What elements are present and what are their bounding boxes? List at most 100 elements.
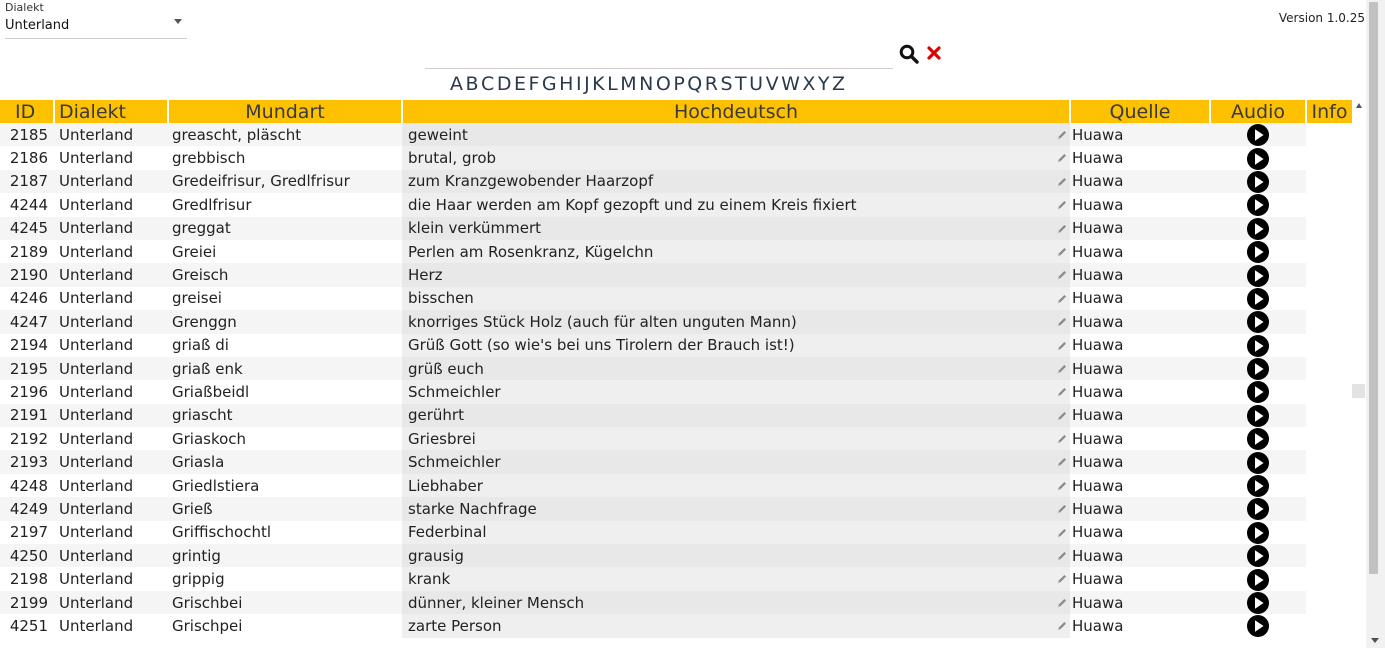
table-scroll-up-icon[interactable] <box>1356 103 1362 108</box>
pencil-icon[interactable] <box>1056 129 1068 141</box>
play-icon[interactable] <box>1247 217 1269 240</box>
column-header-audio[interactable]: Audio <box>1209 100 1306 123</box>
table-row[interactable]: 4245 Unterland greggat klein verkümmert Huaw… <box>0 216 1352 240</box>
letter-t[interactable]: T <box>735 73 747 95</box>
cell-info[interactable] <box>1306 334 1352 357</box>
letter-l[interactable]: L <box>607 73 618 95</box>
cell-info[interactable] <box>1306 544 1352 567</box>
cell-audio[interactable] <box>1210 263 1306 287</box>
pencil-icon[interactable] <box>1056 620 1068 632</box>
column-header-info[interactable]: Info <box>1305 100 1352 123</box>
pencil-icon[interactable] <box>1056 316 1068 328</box>
cell-info[interactable] <box>1306 591 1352 614</box>
cell-info[interactable] <box>1306 450 1352 473</box>
table-row[interactable]: 2186 Unterland grebbisch brutal, grob Huawa <box>0 146 1352 170</box>
table-row[interactable]: 2198 Unterland grippig krank Huawa <box>0 567 1352 591</box>
cell-audio[interactable] <box>1210 567 1306 591</box>
letter-o[interactable]: O <box>656 73 671 95</box>
table-row[interactable]: 2190 Unterland Greisch Herz Huawa <box>0 263 1352 287</box>
table-row[interactable]: 4250 Unterland grintig grausig Huawa <box>0 544 1352 568</box>
pencil-icon[interactable] <box>1056 503 1068 515</box>
letter-z[interactable]: Z <box>832 73 845 95</box>
cell-audio[interactable] <box>1210 146 1306 170</box>
column-header-id[interactable]: ID <box>0 100 54 123</box>
letter-q[interactable]: Q <box>687 73 702 95</box>
play-icon[interactable] <box>1247 241 1269 264</box>
cell-audio[interactable] <box>1210 216 1306 240</box>
cell-audio[interactable] <box>1210 123 1306 147</box>
pencil-icon[interactable] <box>1056 152 1068 164</box>
table-scroll-thumb[interactable] <box>1352 384 1365 398</box>
letter-d[interactable]: D <box>497 73 512 95</box>
letter-m[interactable]: M <box>620 73 636 95</box>
dialect-select[interactable]: Dialekt Unterland <box>5 0 187 39</box>
pencil-icon[interactable] <box>1056 527 1068 539</box>
play-icon[interactable] <box>1247 311 1269 334</box>
cell-info[interactable] <box>1306 146 1352 169</box>
table-row[interactable]: 2193 Unterland Griasla Schmeichler Huawa <box>0 450 1352 474</box>
play-icon[interactable] <box>1247 428 1269 451</box>
pencil-icon[interactable] <box>1056 597 1068 609</box>
cell-audio[interactable] <box>1210 544 1306 568</box>
table-row[interactable]: 4246 Unterland greisei bisschen Huawa <box>0 286 1352 311</box>
letter-e[interactable]: E <box>514 73 526 95</box>
column-header-mundart[interactable]: Mundart <box>167 100 402 123</box>
column-header-dialekt[interactable]: Dialekt <box>53 100 168 123</box>
play-icon[interactable] <box>1247 498 1269 521</box>
pencil-icon[interactable] <box>1056 269 1068 281</box>
table-row[interactable]: 2196 Unterland Griaßbeidl Schmeichler Huawa <box>0 380 1352 404</box>
search-input[interactable] <box>425 68 893 69</box>
cell-info[interactable] <box>1306 427 1352 450</box>
table-row[interactable]: 2195 Unterland griaß enk grüß euch Huawa <box>0 356 1352 381</box>
cell-info[interactable] <box>1306 567 1352 590</box>
cell-info[interactable] <box>1306 240 1352 263</box>
table-row[interactable]: 2199 Unterland Grischbei dünner, kleiner Me… <box>0 590 1352 615</box>
cell-info[interactable] <box>1306 193 1352 216</box>
play-icon[interactable] <box>1247 287 1269 310</box>
cell-audio[interactable] <box>1210 520 1306 545</box>
table-row[interactable]: 2191 Unterland griascht gerührt Huawa <box>0 403 1352 428</box>
cell-audio[interactable] <box>1210 380 1306 404</box>
cell-info[interactable] <box>1306 287 1352 310</box>
cell-audio[interactable] <box>1210 473 1306 498</box>
cell-audio[interactable] <box>1210 403 1306 428</box>
cell-audio[interactable] <box>1210 239 1306 264</box>
pencil-icon[interactable] <box>1056 363 1068 375</box>
pencil-icon[interactable] <box>1056 340 1068 352</box>
cell-audio[interactable] <box>1210 310 1306 334</box>
play-icon[interactable] <box>1247 404 1269 427</box>
pencil-icon[interactable] <box>1056 410 1068 422</box>
cell-audio[interactable] <box>1210 286 1306 311</box>
play-icon[interactable] <box>1247 358 1269 381</box>
letter-x[interactable]: X <box>802 73 815 95</box>
table-row[interactable]: 2192 Unterland Griaskoch Griesbrei Huawa <box>0 427 1352 451</box>
cell-audio[interactable] <box>1210 590 1306 615</box>
letter-h[interactable]: H <box>559 73 573 95</box>
letter-s[interactable]: S <box>720 73 732 95</box>
cell-info[interactable] <box>1306 497 1352 520</box>
letter-u[interactable]: U <box>749 73 763 95</box>
cell-audio[interactable] <box>1210 450 1306 474</box>
play-icon[interactable] <box>1247 147 1269 170</box>
scroll-down-icon[interactable] <box>1371 638 1379 643</box>
page-scrollbar[interactable] <box>1366 0 1385 648</box>
dialect-select-value[interactable]: Unterland <box>5 18 69 33</box>
cell-info[interactable] <box>1306 521 1352 544</box>
table-row[interactable]: 4249 Unterland Grieß starke Nachfrage Huawa <box>0 497 1352 521</box>
table-row[interactable]: 2194 Unterland griaß di Grüß Gott (so wie's… <box>0 333 1352 357</box>
letter-a[interactable]: A <box>450 73 463 95</box>
letter-w[interactable]: W <box>781 73 800 95</box>
letter-r[interactable]: R <box>705 73 718 95</box>
cell-info[interactable] <box>1306 380 1352 403</box>
letter-j[interactable]: J <box>584 73 590 95</box>
cell-audio[interactable] <box>1210 497 1306 521</box>
cell-audio[interactable] <box>1210 614 1306 638</box>
play-icon[interactable] <box>1247 568 1269 591</box>
play-icon[interactable] <box>1247 451 1269 474</box>
cell-info[interactable] <box>1306 357 1352 380</box>
play-icon[interactable] <box>1247 475 1269 498</box>
pencil-icon[interactable] <box>1056 456 1068 468</box>
letter-c[interactable]: C <box>481 73 494 95</box>
page-scroll-thumb[interactable] <box>1369 2 1378 574</box>
letter-g[interactable]: G <box>542 73 557 95</box>
